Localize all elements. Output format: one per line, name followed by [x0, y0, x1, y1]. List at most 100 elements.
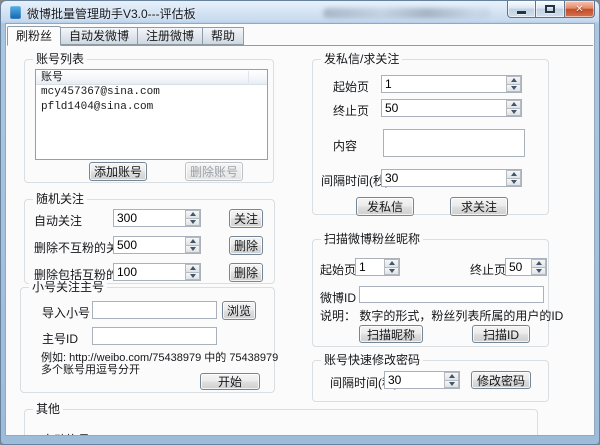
window-controls: ✕: [507, 1, 595, 18]
spinner-down-button[interactable]: [531, 268, 546, 276]
delete-all-follow-button[interactable]: 删除: [229, 263, 263, 282]
spinner-buttons: [185, 264, 200, 280]
auto-follow-spinner: [113, 209, 201, 227]
spinner-buttons: [506, 76, 521, 92]
pm-start-page-spinner: [381, 75, 522, 93]
account-column-header[interactable]: 账号: [36, 70, 267, 85]
group-random-follow: 随机关注 自动关注 关注 删除不互粉的关注 删除 删除包括互粉的关注: [24, 199, 275, 284]
delete-all-follow-spinner: [113, 263, 201, 281]
delete-nonmutual-button[interactable]: 删除: [229, 236, 263, 255]
pm-start-page-input[interactable]: [381, 75, 522, 93]
spinner-up-button[interactable]: [185, 264, 200, 273]
main-account-id-label: 主号ID: [42, 330, 78, 347]
arrow-up-icon: [511, 102, 517, 106]
spinner-buttons: [444, 372, 459, 388]
arrow-up-icon: [511, 172, 517, 176]
other-partial-label: 自动换号: [42, 431, 90, 436]
start-button[interactable]: 开始: [200, 373, 260, 390]
arrow-up-icon: [190, 212, 196, 216]
browse-button[interactable]: 浏览: [222, 301, 256, 320]
spinner-down-button[interactable]: [185, 219, 200, 227]
spinner-up-button[interactable]: [531, 259, 546, 268]
spinner-up-button[interactable]: [506, 76, 521, 85]
pm-end-page-input[interactable]: [381, 99, 522, 117]
change-password-button[interactable]: 修改密码: [471, 371, 531, 389]
delete-nonmutual-spinner: [113, 236, 201, 254]
spinner-down-button[interactable]: [506, 179, 521, 187]
tab-help[interactable]: 帮助: [203, 27, 244, 45]
scan-start-page-spinner: [355, 258, 400, 276]
spinner-down-button[interactable]: [384, 268, 399, 276]
maximize-button[interactable]: [536, 1, 564, 18]
account-column-header-label: 账号: [41, 71, 63, 83]
arrow-up-icon: [511, 78, 517, 82]
arrow-down-icon: [190, 274, 196, 278]
app-icon: [10, 6, 21, 19]
comma-hint: 多个账号用逗号分开: [41, 361, 140, 377]
minimize-icon: [517, 11, 526, 14]
spinner-up-button[interactable]: [506, 100, 521, 109]
spinner-down-button[interactable]: [444, 381, 459, 389]
maximize-icon: [545, 5, 555, 13]
group-private-message: 发私信/求关注 起始页 终止页 内容 间隔时间(秒): [312, 59, 549, 215]
pm-end-page-spinner: [381, 99, 522, 117]
group-sub-follow-main-title: 小号关注主号: [29, 280, 107, 294]
spinner-buttons: [185, 237, 200, 253]
arrow-down-icon: [389, 269, 395, 273]
spinner-up-button[interactable]: [185, 210, 200, 219]
account-list-item[interactable]: pfld1404@sina.com: [36, 100, 267, 115]
group-other-title: 其他: [33, 402, 63, 416]
delete-account-button[interactable]: 删除账号: [185, 162, 243, 181]
pm-end-page-label: 终止页: [333, 102, 369, 119]
minimize-button[interactable]: [507, 1, 536, 18]
add-account-button[interactable]: 添加账号: [89, 162, 147, 181]
auto-follow-label: 自动关注: [34, 212, 82, 229]
import-sub-account-label: 导入小号: [42, 304, 90, 321]
spinner-up-button[interactable]: [185, 237, 200, 246]
spinner-buttons: [506, 100, 521, 116]
tab-bar: 刷粉丝 自动发微博 注册微博 帮助: [7, 26, 593, 46]
arrow-down-icon: [511, 110, 517, 114]
ask-follow-button[interactable]: 求关注: [450, 197, 508, 216]
tab-brush-fans[interactable]: 刷粉丝: [7, 26, 61, 46]
arrow-down-icon: [536, 269, 542, 273]
scan-nickname-button[interactable]: 扫描昵称: [359, 325, 423, 343]
group-account-list: 账号列表 账号 mcy457367@sina.com pfld1404@sina…: [24, 59, 274, 183]
pm-interval-input[interactable]: [381, 169, 522, 187]
follow-button[interactable]: 关注: [229, 209, 263, 228]
scan-id-button[interactable]: 扫描ID: [472, 325, 530, 343]
arrow-down-icon: [511, 180, 517, 184]
weibo-id-input[interactable]: [359, 286, 544, 303]
spinner-buttons: [531, 259, 546, 275]
arrow-up-icon: [190, 239, 196, 243]
spinner-up-button[interactable]: [384, 259, 399, 268]
group-other: 其他 自动换号: [24, 409, 538, 436]
tab-auto-post-weibo[interactable]: 自动发微博: [61, 27, 138, 45]
spinner-buttons: [384, 259, 399, 275]
tab-register-weibo[interactable]: 注册微博: [138, 27, 203, 45]
arrow-down-icon: [511, 86, 517, 90]
column-separator: [248, 71, 249, 83]
spinner-down-button[interactable]: [185, 273, 200, 281]
account-list-item[interactable]: mcy457367@sina.com: [36, 85, 267, 100]
arrow-up-icon: [389, 261, 395, 265]
send-private-message-button[interactable]: 发私信: [356, 197, 414, 216]
main-account-id-input[interactable]: [92, 327, 217, 345]
group-random-follow-title: 随机关注: [33, 192, 87, 206]
aero-glass-reflection: [323, 8, 491, 18]
group-scan-fans: 扫描微博粉丝昵称 起始页 终止页 微博ID 说明： 数字的形式，粉丝列表所属的: [312, 239, 549, 347]
spinner-up-button[interactable]: [444, 372, 459, 381]
group-change-password: 账号快速修改密码 间隔时间(秒) 修改密码: [312, 360, 549, 402]
group-account-list-title: 账号列表: [33, 52, 87, 66]
account-list[interactable]: 账号 mcy457367@sina.com pfld1404@sina.com: [35, 69, 268, 160]
import-sub-account-input[interactable]: [92, 301, 217, 319]
spinner-down-button[interactable]: [506, 109, 521, 117]
group-change-password-title: 账号快速修改密码: [321, 353, 423, 367]
close-button[interactable]: ✕: [564, 1, 595, 18]
pm-content-input[interactable]: [383, 129, 525, 157]
title-bar[interactable]: 微博批量管理助手V3.0---评估板 ✕: [1, 1, 599, 23]
spinner-down-button[interactable]: [506, 85, 521, 93]
spinner-down-button[interactable]: [185, 246, 200, 254]
spinner-up-button[interactable]: [506, 170, 521, 179]
arrow-up-icon: [449, 374, 455, 378]
